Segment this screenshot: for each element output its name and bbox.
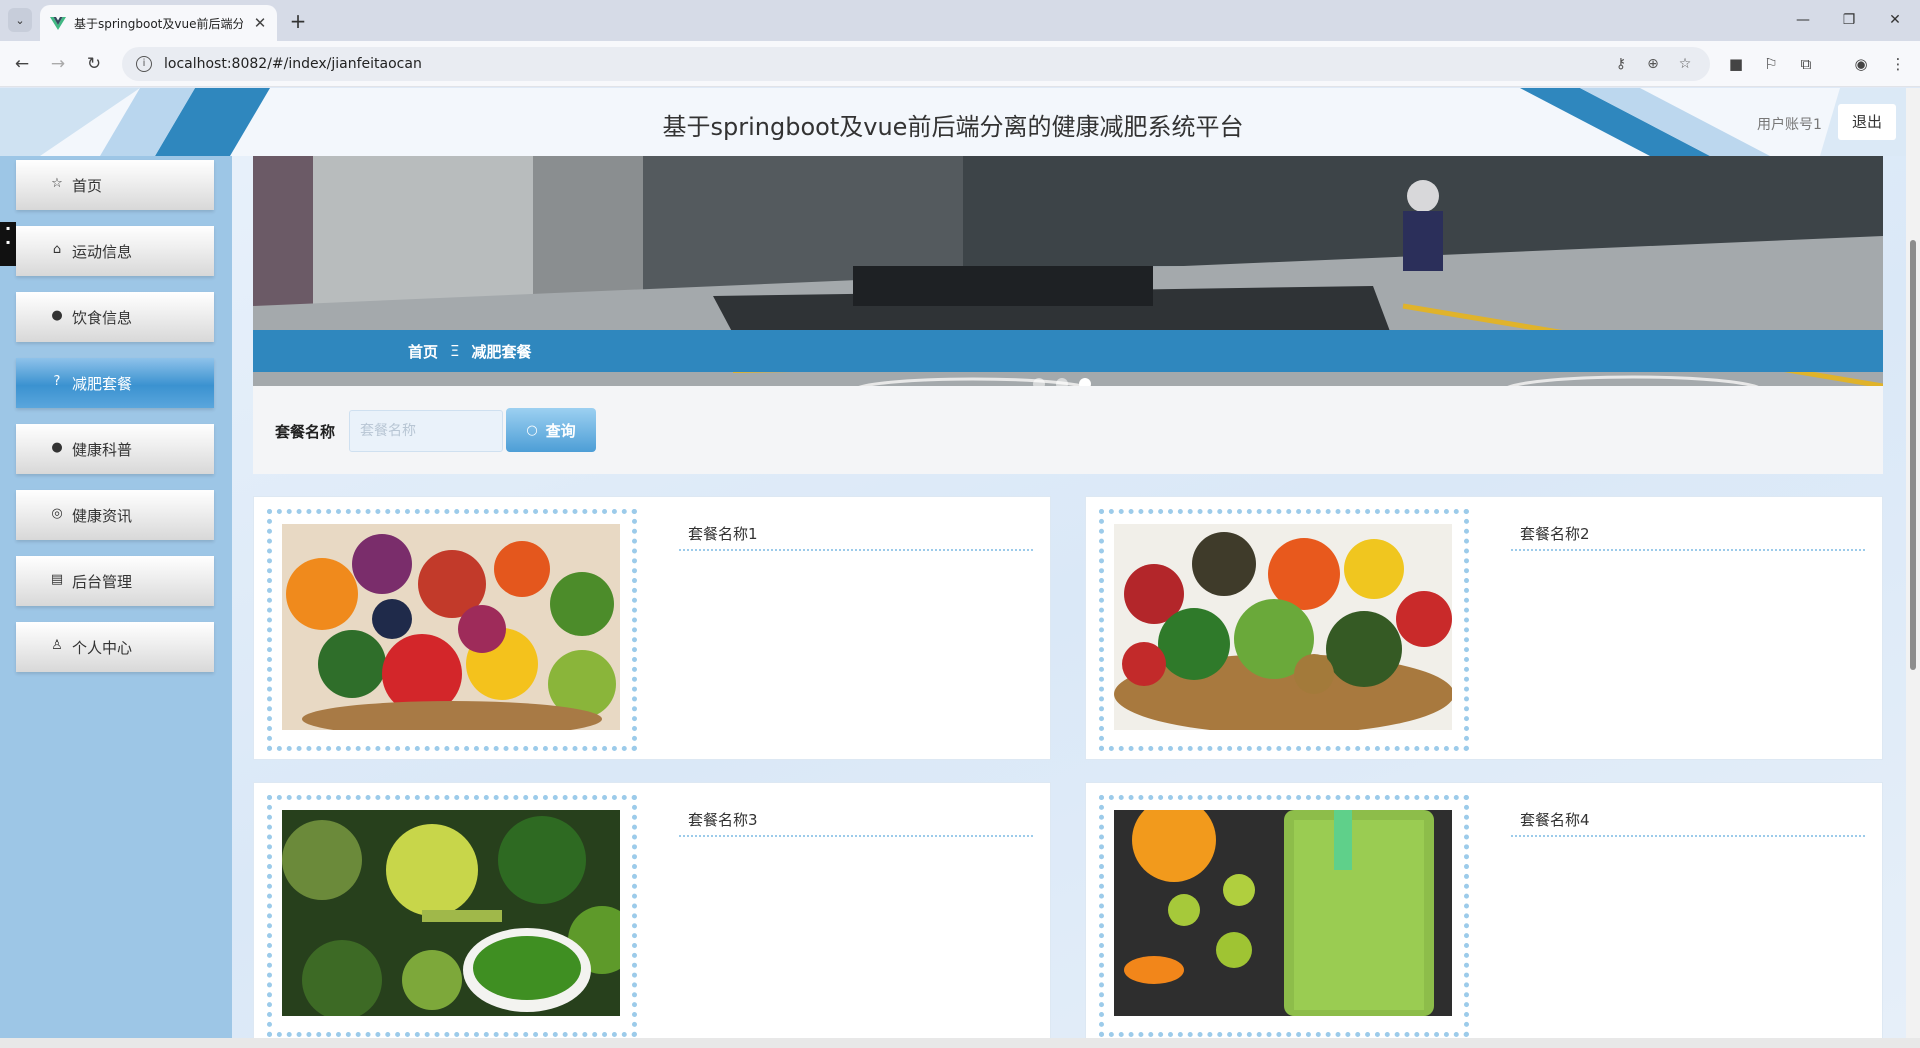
divider [1511, 549, 1865, 551]
tab-title: 基于springboot及vue前后端分 [74, 16, 243, 31]
info-circle-icon: ● [51, 308, 63, 323]
breadcrumb-current: 减肥套餐 [471, 342, 532, 361]
site-header: 基于springboot及vue前后端分离的健康减肥系统平台 用户账号1 退出 [0, 88, 1906, 156]
close-icon[interactable]: ✕ [251, 14, 269, 32]
profile-avatar-icon[interactable]: ◉ [1850, 53, 1872, 75]
logout-button[interactable]: 退出 [1838, 104, 1896, 140]
back-icon[interactable]: ← [8, 50, 36, 78]
package-name[interactable]: 套餐名称4 [1520, 809, 1590, 830]
minimize-icon[interactable]: — [1780, 6, 1826, 34]
site-title: 基于springboot及vue前后端分离的健康减肥系统平台 [662, 113, 1244, 141]
vertical-scrollbar[interactable] [1906, 88, 1920, 1038]
chevron-down-icon: ⌄ [15, 13, 25, 27]
search-button-label: 查询 [545, 421, 576, 440]
sidebar-item-health-science[interactable]: ● 健康科普 [16, 424, 214, 474]
key-icon[interactable]: ⚷ [1612, 55, 1630, 73]
reload-icon[interactable]: ↻ [80, 50, 108, 78]
url-text[interactable]: localhost:8082/#/index/jianfeitaocan [164, 56, 422, 72]
horizontal-scrollbar[interactable] [0, 1038, 1920, 1048]
sidebar-item-label: 个人中心 [72, 638, 133, 657]
menu-dots-icon[interactable]: ⋮ [1887, 53, 1909, 75]
side-tag: ▪ ▪ [0, 222, 16, 266]
sidebar-item-label: 首页 [72, 176, 103, 195]
page-viewport: 基于springboot及vue前后端分离的健康减肥系统平台 用户账号1 退出 … [0, 88, 1906, 1038]
divider [679, 549, 1033, 551]
package-card[interactable]: 套餐名称2 [1085, 496, 1883, 760]
extension-icon[interactable]: ■ [1725, 53, 1747, 75]
divider [1511, 835, 1865, 837]
info-circle-icon: ● [51, 440, 63, 455]
sidebar-item-label: 后台管理 [72, 572, 133, 591]
package-image[interactable] [1114, 524, 1452, 730]
sidebar-item-home[interactable]: ☆ 首页 [16, 160, 214, 210]
puzzle-icon[interactable]: ⧉ [1795, 53, 1817, 75]
search-button[interactable]: ○ 查询 [506, 408, 596, 452]
star-icon: ☆ [51, 176, 63, 191]
search-panel: 套餐名称 ○ 查询 [253, 386, 1883, 474]
vue-logo-icon [50, 17, 66, 30]
search-label: 套餐名称 [275, 423, 336, 441]
site-info-icon[interactable]: i [136, 56, 152, 72]
bag-icon: ⌂ [52, 242, 62, 257]
browser-navbar: ← → ↻ i localhost:8082/#/index/jianfeita… [0, 41, 1920, 87]
sidebar-item-health-news[interactable]: ◎ 健康资讯 [16, 490, 214, 540]
divider [679, 835, 1033, 837]
restore-icon[interactable]: ❐ [1826, 6, 1872, 34]
package-image-frame [1099, 795, 1469, 1037]
bookmark-star-icon[interactable]: ☆ [1676, 55, 1694, 73]
package-name[interactable]: 套餐名称3 [688, 809, 758, 830]
package-image[interactable] [282, 810, 620, 1016]
window-close-icon[interactable]: ✕ [1872, 6, 1918, 34]
breadcrumb: 首页 Ξ 减肥套餐 [253, 330, 1883, 372]
sidebar-item-profile[interactable]: ♙ 个人中心 [16, 622, 214, 672]
scrollbar-thumb[interactable] [1910, 240, 1916, 670]
sidebar-item-diet-package[interactable]: ? 减肥套餐 [16, 358, 214, 408]
breadcrumb-separator-icon: Ξ [450, 342, 460, 360]
sidebar-item-diet[interactable]: ● 饮食信息 [16, 292, 214, 342]
sidebar-item-label: 减肥套餐 [72, 374, 133, 393]
package-name[interactable]: 套餐名称2 [1520, 523, 1590, 544]
sidebar-item-label: 健康资讯 [72, 506, 133, 525]
target-icon: ◎ [51, 506, 63, 521]
search-icon: ○ [526, 422, 538, 438]
package-card[interactable]: 套餐名称4 [1085, 782, 1883, 1038]
search-input[interactable] [349, 410, 503, 452]
package-image-frame [267, 795, 637, 1037]
sidebar-item-sports[interactable]: ⌂ 运动信息 [16, 226, 214, 276]
package-name[interactable]: 套餐名称1 [688, 523, 758, 544]
tab-search-button[interactable]: ⌄ [8, 8, 32, 32]
package-card[interactable]: 套餐名称3 [253, 782, 1051, 1038]
sidebar-item-label: 健康科普 [72, 440, 133, 459]
breadcrumb-home[interactable]: 首页 [408, 341, 438, 362]
new-tab-button[interactable]: + [284, 7, 312, 35]
package-image-frame [1099, 509, 1469, 751]
browser-tab[interactable]: 基于springboot及vue前后端分 ✕ [40, 5, 277, 41]
sidebar-item-label: 饮食信息 [72, 308, 133, 327]
package-image-frame [267, 509, 637, 751]
package-image[interactable] [1114, 810, 1452, 1016]
browser-tabbar: ⌄ 基于springboot及vue前后端分 ✕ + — ❐ ✕ [0, 0, 1920, 41]
user-account: 用户账号1 [1757, 117, 1822, 133]
sidebar-item-admin[interactable]: ▤ 后台管理 [16, 556, 214, 606]
forward-icon[interactable]: → [44, 50, 72, 78]
bookmarks-icon[interactable]: ⚐ [1760, 53, 1782, 75]
package-image[interactable] [282, 524, 620, 730]
zoom-icon[interactable]: ⊕ [1644, 55, 1662, 73]
question-circle-icon: ? [53, 374, 61, 389]
clipboard-icon: ▤ [50, 572, 64, 587]
package-card[interactable]: 套餐名称1 [253, 496, 1051, 760]
sidebar-item-label: 运动信息 [72, 242, 133, 261]
address-bar[interactable]: i localhost:8082/#/index/jianfeitaocan ⚷… [122, 47, 1710, 81]
user-icon: ♙ [51, 638, 63, 653]
